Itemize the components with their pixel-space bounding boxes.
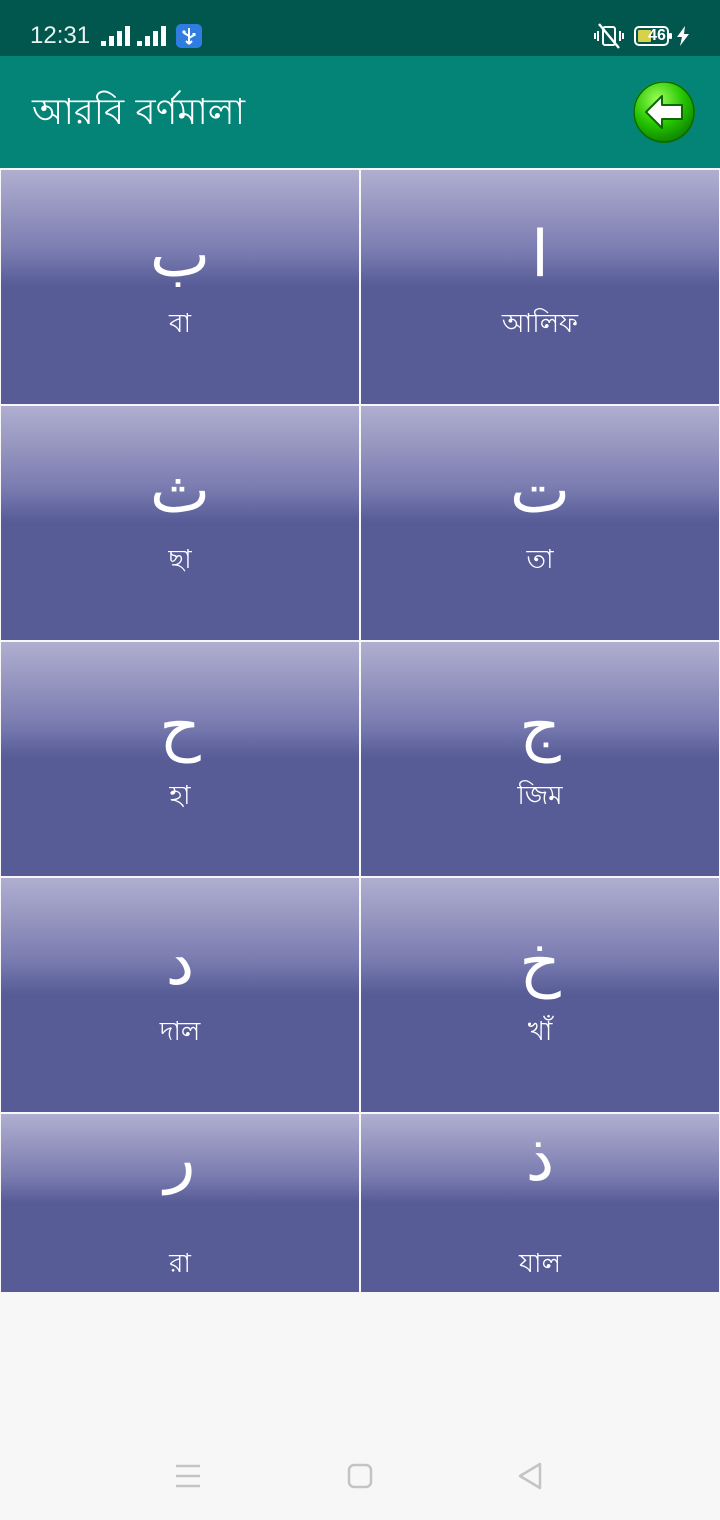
app-bar: আরবি বর্ণমালা	[0, 56, 720, 168]
letter-tile[interactable]: ا আলিফ	[361, 170, 719, 404]
letter-name: ছা	[168, 545, 192, 575]
letter-tile[interactable]: ذ যাল	[361, 1114, 719, 1292]
letter-name: রা	[169, 1249, 191, 1279]
charging-icon	[677, 26, 689, 46]
arabic-letter: ث	[149, 454, 211, 528]
back-icon[interactable]	[510, 1458, 550, 1494]
arabic-letter: ح	[159, 690, 201, 764]
letter-grid: ب বা ا আলিফ ث ছা ت তা ح হা ج জিম د দাল خ খাঁ ر রা ذ যাল	[0, 168, 720, 1292]
letter-name: যাল	[519, 1249, 561, 1279]
back-arrow-icon[interactable]	[632, 80, 696, 144]
status-bar: 12:31 46	[0, 0, 720, 56]
letter-name: তা	[526, 545, 554, 575]
page-title: আরবি বর্ণমালা	[32, 92, 246, 133]
navigation-bar	[0, 1430, 720, 1520]
arabic-letter: ت	[509, 454, 571, 528]
mute-vibrate-icon	[594, 23, 624, 49]
letter-name: দাল	[159, 1017, 201, 1047]
letter-tile[interactable]: ر রা	[1, 1114, 359, 1292]
letter-tile[interactable]: ب বা	[1, 170, 359, 404]
arabic-letter: ب	[149, 218, 211, 292]
letter-name: বা	[168, 309, 191, 339]
arabic-letter: خ	[519, 926, 561, 1000]
usb-icon	[176, 24, 202, 48]
letter-name: আলিফ	[501, 309, 579, 339]
signal-icon	[137, 26, 166, 46]
letter-tile[interactable]: ت তা	[361, 406, 719, 640]
letter-name: খাঁ	[527, 1017, 553, 1047]
battery-level: 46	[648, 27, 666, 44]
home-icon[interactable]	[340, 1458, 380, 1494]
letter-tile[interactable]: خ খাঁ	[361, 878, 719, 1112]
arabic-letter: ا	[531, 218, 549, 292]
menu-icon[interactable]	[168, 1458, 208, 1494]
arabic-letter: ذ	[525, 1122, 555, 1196]
letter-name: হা	[169, 781, 191, 811]
arabic-letter: ر	[164, 1122, 196, 1196]
signal-icon	[101, 26, 130, 46]
letter-tile[interactable]: ث ছা	[1, 406, 359, 640]
letter-name: জিম	[517, 781, 563, 811]
letter-tile[interactable]: د দাল	[1, 878, 359, 1112]
letter-tile[interactable]: ح হা	[1, 642, 359, 876]
letter-tile[interactable]: ج জিম	[361, 642, 719, 876]
arabic-letter: ج	[519, 690, 561, 764]
status-time: 12:31	[30, 22, 91, 49]
arabic-letter: د	[165, 926, 195, 1000]
